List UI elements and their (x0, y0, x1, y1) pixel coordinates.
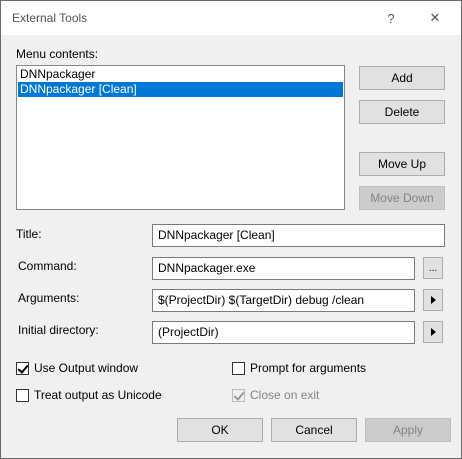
arguments-menu-button[interactable] (423, 289, 443, 311)
browse-button[interactable]: ... (423, 257, 443, 279)
menu-contents-label: Menu contents: (16, 47, 99, 61)
treat-output-unicode-option[interactable]: Treat output as Unicode (16, 388, 162, 402)
command-field[interactable]: DNNpackager.exe (152, 257, 415, 280)
help-icon: ? (387, 10, 395, 26)
close-on-exit-label: Close on exit (250, 388, 320, 402)
help-button[interactable]: ? (371, 3, 411, 33)
initial-directory-field[interactable]: (ProjectDir) (152, 321, 415, 344)
use-output-window-checkbox[interactable] (16, 361, 29, 375)
prompt-for-arguments-label: Prompt for arguments (250, 361, 367, 375)
arrow-right-icon (430, 328, 436, 336)
close-icon: ✕ (429, 10, 441, 25)
title-bar: External Tools ? ✕ (1, 1, 461, 35)
arrow-right-icon (430, 296, 436, 304)
initial-directory-label: Initial directory: (18, 323, 99, 337)
list-item-selected[interactable]: DNNpackager [Clean] (18, 82, 343, 97)
move-up-button[interactable]: Move Up (359, 152, 445, 176)
cancel-button[interactable]: Cancel (271, 418, 357, 442)
prompt-for-arguments-option[interactable]: Prompt for arguments (232, 361, 366, 375)
checkmark-icon (17, 361, 29, 374)
title-label: Title: (16, 227, 42, 241)
delete-button[interactable]: Delete (359, 100, 445, 124)
close-on-exit-checkbox (232, 388, 245, 402)
use-output-window-label: Use Output window (34, 361, 139, 375)
arguments-label: Arguments: (18, 291, 80, 305)
treat-output-unicode-checkbox[interactable] (16, 388, 29, 402)
ok-button[interactable]: OK (177, 418, 263, 442)
arguments-field[interactable]: $(ProjectDir) $(TargetDir) debug /clean (152, 289, 415, 312)
window-title: External Tools (12, 11, 88, 25)
add-button[interactable]: Add (359, 66, 445, 90)
menu-contents-list[interactable]: DNNpackager DNNpackager [Clean] (16, 65, 345, 210)
checkmark-icon (233, 388, 245, 401)
command-label: Command: (18, 259, 77, 273)
list-item[interactable]: DNNpackager (18, 67, 343, 82)
move-down-button[interactable]: Move Down (359, 186, 445, 210)
treat-output-unicode-label: Treat output as Unicode (34, 388, 162, 402)
apply-button[interactable]: Apply (365, 418, 451, 442)
title-field[interactable]: DNNpackager [Clean] (152, 224, 445, 247)
prompt-for-arguments-checkbox[interactable] (232, 361, 245, 375)
external-tools-dialog: External Tools ? ✕ Menu contents: DNNpac… (0, 0, 462, 459)
initial-directory-menu-button[interactable] (423, 321, 443, 343)
close-button[interactable]: ✕ (415, 3, 455, 33)
close-on-exit-option: Close on exit (232, 388, 319, 402)
use-output-window-option[interactable]: Use Output window (16, 361, 138, 375)
